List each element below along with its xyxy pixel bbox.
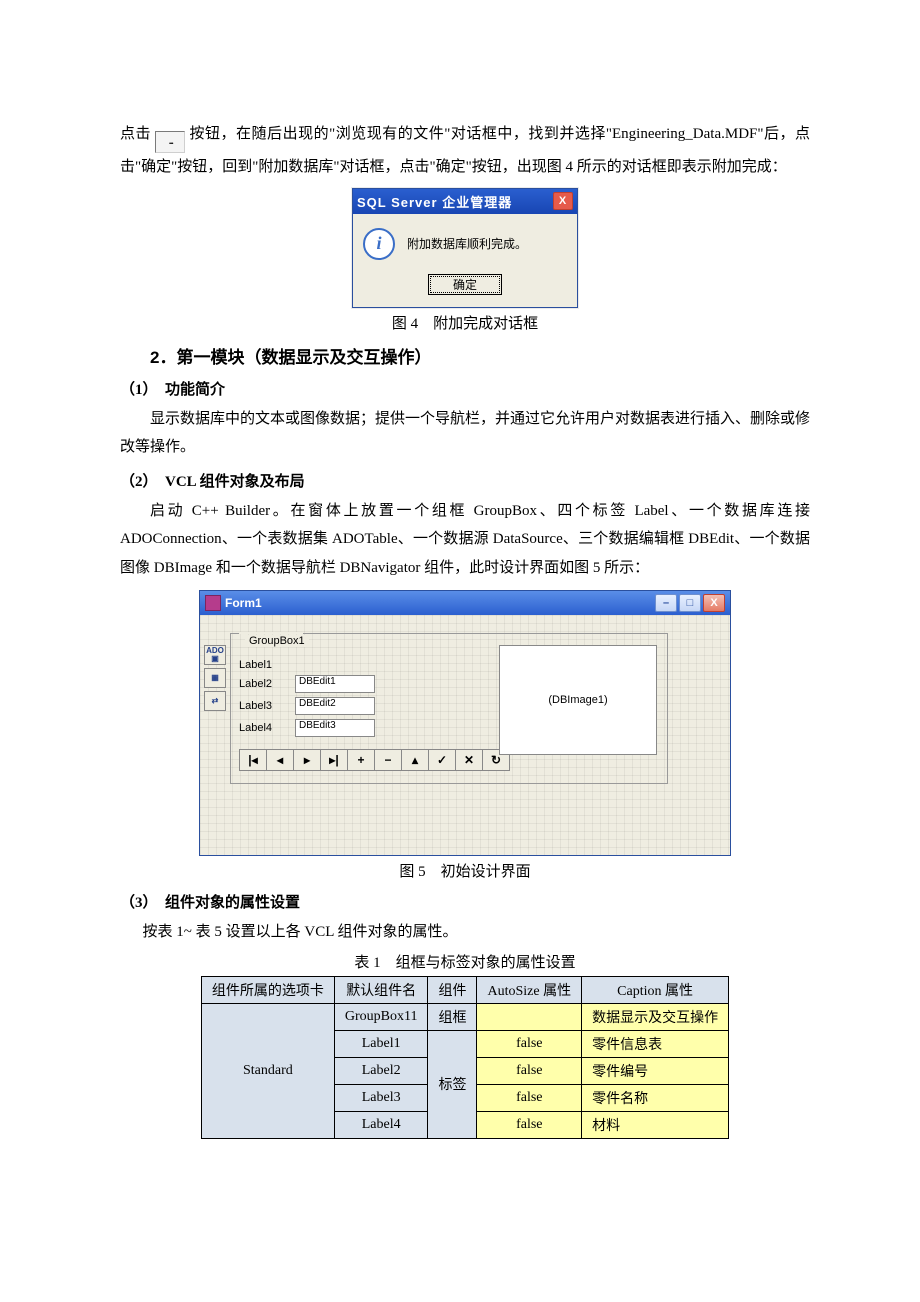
cell-autosize: false (477, 1111, 582, 1138)
cell-caption: 零件名称 (582, 1084, 729, 1111)
dbedit1[interactable]: DBEdit1 (295, 675, 375, 693)
cell-autosize: false (477, 1057, 582, 1084)
component-palette: ADO▣ ▦ ⇄ (204, 645, 226, 711)
cell-name: GroupBox11 (334, 1003, 428, 1030)
dbnavigator: |◂ ◂ ▸ ▸| + − ▴ ✓ ✕ ↻ (239, 749, 510, 771)
figure-4-container: SQL Server 企业管理器 X i 附加数据库顺利完成。 确定 (120, 188, 810, 308)
figure-5-container: Form1 – □ X ADO▣ ▦ ⇄ GroupBox1 (120, 590, 810, 856)
browse-button-icon: ... (155, 131, 185, 153)
palette-adotable-icon[interactable]: ▦ (204, 668, 226, 688)
cell-autosize (477, 1003, 582, 1030)
form1-body: ADO▣ ▦ ⇄ GroupBox1 (DBImage1) Label1 Lab… (200, 615, 730, 855)
dialog-title: SQL Server 企业管理器 (357, 192, 512, 211)
function-intro-paragraph: 显示数据库中的文本或图像数据；提供一个导航栏，并通过它允许用户对数据表进行插入、… (120, 405, 810, 462)
cell-caption: 零件信息表 (582, 1030, 729, 1057)
table-intro-paragraph: 按表 1~ 表 5 设置以上各 VCL 组件对象的属性。 (120, 918, 810, 947)
dialog-body: i 附加数据库顺利完成。 确定 (353, 214, 577, 307)
form1-app-icon (205, 595, 221, 611)
th-comp: 组件 (428, 976, 477, 1003)
label4: Label4 (239, 722, 295, 734)
palette-adoconnection-icon[interactable]: ADO▣ (204, 645, 226, 665)
property-table-1: 组件所属的选项卡 默认组件名 组件 AutoSize 属性 Caption 属性… (201, 976, 729, 1139)
form1-title: Form1 (225, 596, 262, 610)
form1-window: Form1 – □ X ADO▣ ▦ ⇄ GroupBox1 (199, 590, 731, 856)
label2: Label2 (239, 678, 295, 690)
cell-autosize: false (477, 1084, 582, 1111)
table-row: Standard GroupBox11 组框 数据显示及交互操作 (201, 1003, 728, 1030)
table-header-row: 组件所属的选项卡 默认组件名 组件 AutoSize 属性 Caption 属性 (201, 976, 728, 1003)
dbedit3[interactable]: DBEdit3 (295, 719, 375, 737)
cell-tab-standard: Standard (201, 1003, 334, 1138)
label1: Label1 (239, 659, 295, 671)
p1-text-b: 按钮，在随后出现的"浏览现有的文件"对话框中，找到并选择"Engineering… (120, 126, 810, 175)
table-1-caption: 表 1 组框与标签对象的属性设置 (120, 951, 810, 972)
paragraph-1: 点击 ... 按钮，在随后出现的"浏览现有的文件"对话框中，找到并选择"Engi… (120, 120, 810, 182)
nav-prior-icon[interactable]: ◂ (267, 750, 294, 771)
maximize-icon[interactable]: □ (679, 594, 701, 612)
palette-datasource-icon[interactable]: ⇄ (204, 691, 226, 711)
th-autosize: AutoSize 属性 (477, 976, 582, 1003)
cell-comp-label: 标签 (428, 1030, 477, 1138)
figure-5-caption: 图 5 初始设计界面 (120, 860, 810, 881)
subsection-2-heading: （2） VCL 组件对象及布局 (120, 470, 810, 491)
dialog-close-icon[interactable]: X (553, 192, 573, 210)
figure-4-caption: 图 4 附加完成对话框 (120, 312, 810, 333)
cell-caption: 数据显示及交互操作 (582, 1003, 729, 1030)
dbimage1[interactable]: (DBImage1) (499, 645, 657, 755)
section-2-heading: 2．第一模块（数据显示及交互操作） (150, 343, 810, 368)
groupbox1: GroupBox1 (DBImage1) Label1 Label2 DBEdi… (230, 633, 668, 784)
info-icon: i (363, 228, 395, 260)
th-tab: 组件所属的选项卡 (201, 976, 334, 1003)
sql-server-dialog: SQL Server 企业管理器 X i 附加数据库顺利完成。 确定 (352, 188, 578, 308)
cell-comp: 组框 (428, 1003, 477, 1030)
cell-autosize: false (477, 1030, 582, 1057)
nav-next-icon[interactable]: ▸ (294, 750, 321, 771)
th-caption: Caption 属性 (582, 976, 729, 1003)
nav-insert-icon[interactable]: + (348, 750, 375, 771)
th-name: 默认组件名 (334, 976, 428, 1003)
cell-caption: 材料 (582, 1111, 729, 1138)
nav-first-icon[interactable]: |◂ (240, 750, 267, 771)
cell-name: Label1 (334, 1030, 428, 1057)
nav-edit-icon[interactable]: ▴ (402, 750, 429, 771)
dialog-ok-button[interactable]: 确定 (428, 274, 502, 295)
nav-last-icon[interactable]: ▸| (321, 750, 348, 771)
groupbox1-caption: GroupBox1 (245, 635, 309, 647)
cell-caption: 零件编号 (582, 1057, 729, 1084)
label3: Label3 (239, 700, 295, 712)
close-icon[interactable]: X (703, 594, 725, 612)
nav-cancel-icon[interactable]: ✕ (456, 750, 483, 771)
dbedit2[interactable]: DBEdit2 (295, 697, 375, 715)
nav-post-icon[interactable]: ✓ (429, 750, 456, 771)
dialog-message: 附加数据库顺利完成。 (407, 235, 527, 252)
cell-name: Label3 (334, 1084, 428, 1111)
minimize-icon[interactable]: – (655, 594, 677, 612)
p1-text-a: 点击 (120, 126, 151, 142)
vcl-layout-paragraph: 启动 C++ Builder。在窗体上放置一个组框 GroupBox、四个标签 … (120, 497, 810, 583)
cell-name: Label4 (334, 1111, 428, 1138)
subsection-3-heading: （3） 组件对象的属性设置 (120, 891, 810, 912)
cell-name: Label2 (334, 1057, 428, 1084)
form1-title-bar: Form1 – □ X (200, 591, 730, 615)
dialog-title-bar: SQL Server 企业管理器 X (353, 189, 577, 214)
subsection-1-heading: （1） 功能简介 (120, 378, 810, 399)
nav-delete-icon[interactable]: − (375, 750, 402, 771)
